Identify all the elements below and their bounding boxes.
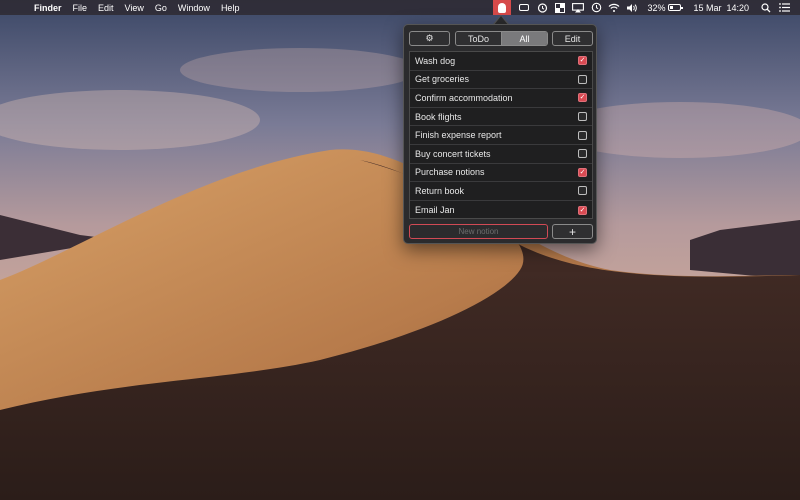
checkmark-icon: ✓ — [579, 168, 586, 176]
todo-item-label: Get groceries — [415, 74, 470, 85]
todo-checkbox[interactable] — [578, 186, 587, 196]
grid-icon[interactable] — [552, 0, 568, 15]
todo-list: Wash dog ✓ Get groceries Confirm accommodat… — [409, 51, 593, 219]
todo-item-label: Book flights — [415, 111, 462, 122]
status-area: 32% 15 Mar 14:20 — [493, 0, 800, 15]
popover-toolbar: ⚙ ToDo All Edit — [409, 31, 593, 46]
todo-checkbox[interactable] — [578, 149, 587, 159]
todo-item[interactable]: Get groceries — [410, 71, 592, 90]
filter-segmented-control: ToDo All — [455, 31, 548, 46]
battery-percent[interactable]: 32% — [647, 0, 665, 15]
menu-edit[interactable]: Edit — [98, 3, 114, 13]
segment-todo[interactable]: ToDo — [456, 32, 501, 45]
add-button[interactable]: + — [552, 224, 593, 239]
menu-file[interactable]: File — [73, 3, 88, 13]
todo-item-label: Wash dog — [415, 55, 456, 66]
todo-item-label: Email Jan — [415, 205, 455, 216]
menu-help[interactable]: Help — [221, 3, 240, 13]
alarm-icon[interactable] — [534, 0, 550, 15]
todo-item[interactable]: Purchase notions ✓ — [410, 164, 592, 183]
menu-window[interactable]: Window — [178, 3, 210, 13]
plus-icon: + — [568, 224, 576, 239]
checkmark-icon: ✓ — [579, 57, 586, 65]
settings-button[interactable]: ⚙ — [409, 31, 450, 46]
segment-all[interactable]: All — [501, 32, 547, 45]
todo-item-label: Buy concert tickets — [415, 148, 491, 159]
volume-icon[interactable] — [624, 0, 640, 15]
date-label[interactable]: 15 Mar — [693, 0, 721, 15]
todo-item-label: Purchase notions — [415, 167, 485, 178]
checkmark-icon: ✓ — [579, 94, 586, 102]
search-icon[interactable] — [758, 0, 774, 15]
menu-bar: Finder File Edit View Go Window Help 32%… — [0, 0, 800, 15]
time-label[interactable]: 14:20 — [726, 0, 749, 15]
todo-checkbox[interactable]: ✓ — [578, 205, 587, 215]
screen-icon[interactable] — [516, 0, 532, 15]
todo-item[interactable]: Finish expense report — [410, 126, 592, 145]
todo-item-label: Confirm accommodation — [415, 92, 513, 103]
todo-checkbox[interactable]: ✓ — [578, 93, 587, 103]
notification-list-icon[interactable] — [776, 0, 792, 15]
todo-item[interactable]: Book flights — [410, 108, 592, 127]
edit-button[interactable]: Edit — [552, 31, 593, 46]
new-notion-input[interactable] — [409, 224, 548, 239]
todo-item[interactable]: Return book — [410, 182, 592, 201]
todo-checkbox[interactable] — [578, 74, 587, 84]
todo-checkbox[interactable] — [578, 112, 587, 122]
todo-checkbox[interactable] — [578, 130, 587, 140]
todo-item[interactable]: Email Jan ✓ — [410, 201, 592, 220]
time-machine-icon[interactable] — [588, 0, 604, 15]
todo-item[interactable]: Confirm accommodation ✓ — [410, 89, 592, 108]
todo-item[interactable]: Buy concert tickets — [410, 145, 592, 164]
todo-checkbox[interactable]: ✓ — [578, 56, 587, 66]
popover-footer: + — [409, 224, 593, 239]
app-bulb-icon[interactable] — [493, 0, 512, 15]
airplay-icon[interactable] — [570, 0, 586, 15]
checkmark-icon: ✓ — [579, 206, 586, 214]
todo-popover: ⚙ ToDo All Edit Wash dog ✓ Get groceries Co… — [403, 24, 597, 244]
todo-checkbox[interactable]: ✓ — [578, 167, 587, 177]
wallpaper-dunes — [0, 0, 800, 500]
menu-finder[interactable]: Finder — [34, 3, 62, 13]
battery-icon[interactable] — [666, 0, 683, 15]
todo-item-label: Return book — [415, 185, 465, 196]
todo-item[interactable]: Wash dog ✓ — [410, 52, 592, 71]
menu-view[interactable]: View — [125, 3, 144, 13]
menu-go[interactable]: Go — [155, 3, 167, 13]
todo-item-label: Finish expense report — [415, 130, 502, 141]
wifi-icon[interactable] — [606, 0, 622, 15]
gear-icon: ⚙ — [425, 33, 434, 43]
desktop-wallpaper — [0, 0, 800, 500]
